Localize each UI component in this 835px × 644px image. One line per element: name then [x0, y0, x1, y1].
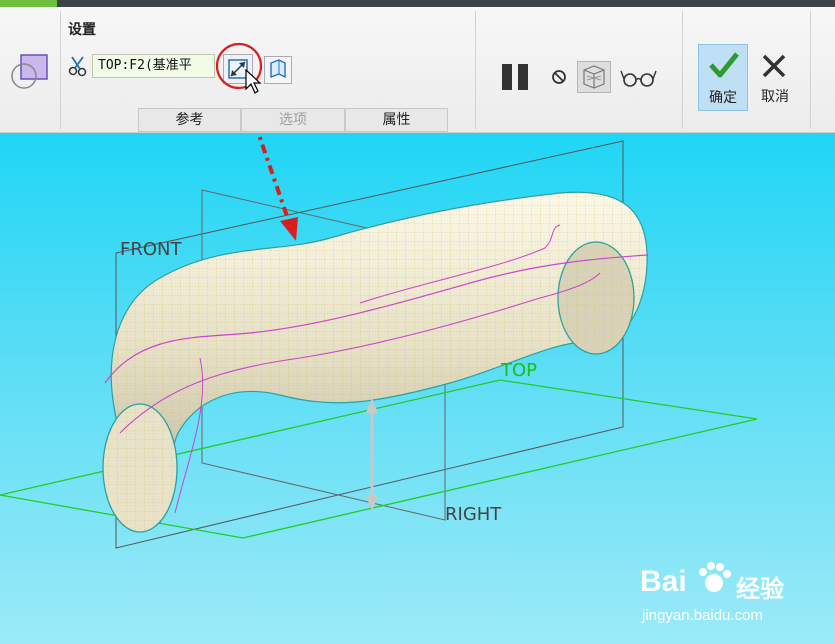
right-plane-label: RIGHT	[445, 504, 502, 525]
preview-toggle-icon	[583, 65, 605, 89]
top-plane-label: TOP	[501, 360, 538, 381]
active-indicator	[0, 0, 57, 7]
paw-icon	[699, 562, 731, 592]
sketch-view-icon	[270, 59, 286, 79]
pause-button[interactable]	[500, 62, 532, 92]
cancel-button[interactable]: 取消	[750, 44, 800, 111]
separator	[682, 11, 683, 129]
settings-title: 设置	[68, 22, 96, 38]
separator	[60, 11, 61, 129]
watermark-url: jingyan.baidu.com	[642, 607, 763, 624]
tab-properties[interactable]: 属性	[345, 108, 448, 132]
glasses-icon	[620, 70, 657, 87]
glasses-button[interactable]	[620, 67, 658, 89]
tab-references[interactable]: 参考	[138, 108, 241, 132]
front-plane-label: FRONT	[120, 239, 182, 260]
tab-options[interactable]: 选项	[241, 108, 345, 132]
scissors-icon[interactable]	[67, 55, 89, 77]
separator	[810, 11, 811, 129]
mouse-cursor-icon	[244, 68, 262, 95]
checkmark-icon	[709, 52, 739, 78]
reference-field[interactable]: TOP:F2(基准平	[92, 54, 215, 78]
baidu-watermark: Bai 经验 jingyan.baidu.com	[640, 562, 830, 633]
window-top-strip	[0, 0, 835, 7]
cancel-label: 取消	[761, 89, 789, 105]
watermark-brand: Bai	[640, 565, 687, 598]
close-icon	[762, 54, 786, 78]
preview-toggle-button[interactable]	[577, 61, 611, 93]
separator	[475, 11, 476, 129]
pause-icon	[502, 64, 528, 90]
plane-feature-icon[interactable]	[8, 49, 52, 93]
watermark-suffix: 经验	[736, 576, 784, 603]
no-button[interactable]	[549, 67, 569, 87]
sketch-view-button[interactable]	[264, 56, 292, 84]
no-icon	[552, 70, 566, 84]
annotation-arrow	[256, 133, 292, 226]
ribbon-toolbar: 设置 TOP:F2(基准平 参考 选项 属性 确定 取消	[0, 7, 835, 133]
graphics-viewport[interactable]: FRONT TOP RIGHT Bai 经验 jingyan.baidu.com	[0, 133, 835, 644]
confirm-button[interactable]: 确定	[698, 44, 748, 111]
confirm-label: 确定	[709, 90, 737, 106]
